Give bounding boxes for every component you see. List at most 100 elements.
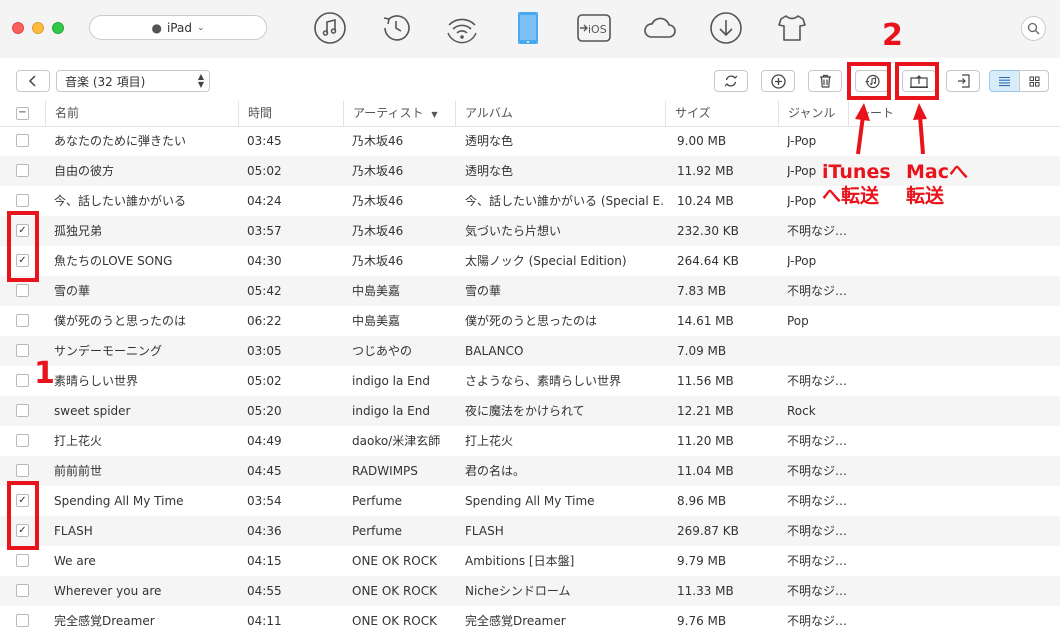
column-header-time[interactable]: 時間 [238,101,343,126]
column-header-genre[interactable]: ジャンル [778,101,848,126]
cell-name: 孤独兄弟 [54,224,103,238]
mac-annotation-line2: 転送 [906,185,945,207]
ipad-device-icon[interactable] [510,10,546,46]
row-checkbox[interactable] [16,194,29,207]
step-1-label: 1 [34,356,55,391]
cell-artist: 乃木坂46 [352,134,404,148]
category-select[interactable]: 音楽 (32 項目) ▲ ▼ [56,70,210,92]
highlight-checked-rows-2 [7,481,39,550]
row-checkbox[interactable] [16,284,29,297]
column-header-album[interactable]: アルバム [455,101,665,126]
refresh-button[interactable] [714,70,748,92]
cell-genre: 不明なジ… [787,554,848,568]
highlight-mac-button [895,62,939,100]
cell-genre: 不明なジ… [787,494,848,508]
table-row[interactable]: サンデーモーニング 03:05 つじあやの BALANCO 7.09 MB [0,336,1060,366]
row-checkbox[interactable] [16,464,29,477]
column-header-artist[interactable]: アーティスト ▼ [343,101,455,126]
cell-name: 雪の華 [54,284,91,298]
row-checkbox[interactable] [16,314,29,327]
cell-name: 素晴らしい世界 [54,374,139,388]
icloud-icon[interactable] [642,10,678,46]
table-row[interactable]: 僕が死のうと思ったのは 06:22 中島美嘉 僕が死のうと思ったのは 14.61 MB P… [0,306,1060,336]
row-checkbox[interactable] [16,554,29,567]
cell-size: 9.79 MB [677,554,727,568]
cell-genre: 不明なジ… [787,374,848,388]
cell-name: 前前前世 [54,464,103,478]
music-note-icon[interactable] [312,10,348,46]
search-button[interactable] [1021,16,1046,41]
cell-genre [787,336,849,366]
to-ios-icon[interactable]: iOS [576,10,612,46]
download-icon[interactable] [708,10,744,46]
table-row[interactable]: Wherever you are 04:55 ONE OK ROCK Nicheシンド… [0,576,1060,606]
import-button[interactable] [946,70,980,92]
column-header-name[interactable]: 名前 [45,101,238,126]
cell-album: 今、話したい誰かがいる (Special E… [465,194,665,208]
cell-album: 打上花火 [465,434,514,448]
table-row[interactable]: 今、話したい誰かがいる 04:24 乃木坂46 今、話したい誰かがいる (Specia… [0,186,1060,216]
cell-artist: 中島美嘉 [352,314,401,328]
cell-album: 夜に魔法をかけられて [465,404,585,418]
column-header-size[interactable]: サイズ [665,101,778,126]
row-checkbox[interactable] [16,434,29,447]
wifi-sync-icon[interactable] [444,10,480,46]
cell-size: 11.33 MB [677,584,734,598]
grid-view-button[interactable] [1019,70,1049,92]
cell-artist: Perfume [352,494,403,508]
select-all-checkbox[interactable]: − [16,107,29,120]
table-row[interactable]: sweet spider 05:20 indigo la End 夜に魔法をかけられて… [0,396,1060,426]
cell-time: 05:42 [247,284,282,298]
cell-artist: RADWIMPS [352,464,418,478]
close-window-button[interactable] [12,22,24,34]
row-checkbox[interactable] [16,134,29,147]
cell-artist: 中島美嘉 [352,284,401,298]
row-checkbox[interactable] [16,614,29,627]
minimize-window-button[interactable] [32,22,44,34]
table-row[interactable]: We are 04:15 ONE OK ROCK Ambitions [日本盤] 9.7… [0,546,1060,576]
cell-size: 14.61 MB [677,314,734,328]
add-button[interactable] [761,70,795,92]
delete-button[interactable] [808,70,842,92]
row-checkbox[interactable] [16,584,29,597]
table-row[interactable]: 打上花火 04:49 daoko/米津玄師 打上花火 11.20 MB 不明なジ… [0,426,1060,456]
cell-album: 雪の華 [465,284,502,298]
table-row[interactable]: 完全感覚Dreamer 04:11 ONE OK ROCK 完全感覚Dreamer 9.… [0,606,1060,636]
device-selector[interactable]: ● iPad ⌄ [89,15,267,40]
row-checkbox[interactable] [16,344,29,357]
row-checkbox[interactable] [16,164,29,177]
list-view-button[interactable] [989,70,1020,92]
cell-album: Spending All My Time [465,494,595,508]
table-row[interactable]: ✓ 魚たちのLOVE SONG 04:30 乃木坂46 太陽ノック (Special E… [0,246,1060,276]
cell-album: 君の名は。 [465,464,526,478]
table-row[interactable]: 素晴らしい世界 05:02 indigo la End さようなら、素晴らしい世界 11… [0,366,1060,396]
updown-arrows-icon: ▲ ▼ [197,72,204,89]
cell-time: 05:20 [247,404,282,418]
row-checkbox[interactable] [16,374,29,387]
cell-genre: J-Pop [787,134,817,148]
table-row[interactable]: ✓ 孤独兄弟 03:57 乃木坂46 気づいたら片想い 232.30 KB 不明なジ… [0,216,1060,246]
cell-genre: 不明なジ… [787,614,848,628]
apple-logo-icon: ● [151,20,162,35]
cell-genre: 不明なジ… [787,224,848,238]
row-checkbox[interactable] [16,404,29,417]
device-name: iPad [166,20,192,35]
cell-name: We are [54,554,96,568]
itunes-annotation-line1: iTunes [822,161,891,183]
table-row[interactable]: ✓ FLASH 04:36 Perfume FLASH 269.87 KB 不明なジ… [0,516,1060,546]
history-clock-icon[interactable] [378,10,414,46]
table-row[interactable]: ✓ Spending All My Time 03:54 Perfume Spendin… [0,486,1060,516]
sort-descending-icon: ▼ [431,110,438,119]
cell-genre: 不明なジ… [787,584,848,598]
tshirt-icon[interactable] [774,10,810,46]
cell-size: 11.20 MB [677,434,734,448]
table-row[interactable]: 雪の華 05:42 中島美嘉 雪の華 7.83 MB 不明なジ… [0,276,1060,306]
plus-circle-icon [770,73,786,89]
table-row[interactable]: 前前前世 04:45 RADWIMPS 君の名は。 11.04 MB 不明なジ… [0,456,1060,486]
cell-time: 03:45 [247,134,282,148]
cell-artist: ONE OK ROCK [352,614,437,628]
back-button[interactable] [16,70,50,92]
zoom-window-button[interactable] [52,22,64,34]
cell-album: 完全感覚Dreamer [465,614,566,628]
refresh-icon [724,75,738,87]
